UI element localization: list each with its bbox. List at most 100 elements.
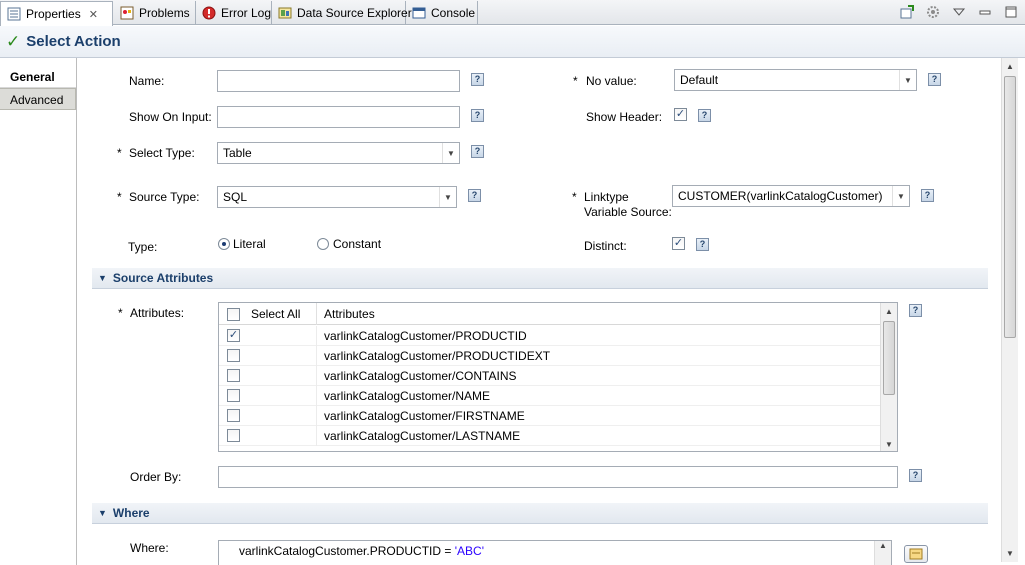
attributes-label: Attributes: (130, 306, 185, 320)
distinct-label: Distinct: (584, 239, 627, 253)
source-attributes-section-header[interactable]: ▼ Source Attributes (92, 268, 988, 289)
tab-error-log[interactable]: Error Log (196, 1, 272, 25)
select-cell (219, 366, 317, 386)
editor-scrollbar[interactable]: ▲ (874, 541, 891, 565)
show-on-input-label: Show On Input: (129, 110, 212, 124)
attributes-table: Select All Attributes ✓ varlinkCatalogCus… (218, 302, 898, 452)
gear-icon[interactable] (925, 4, 941, 20)
tab-general[interactable]: General (0, 66, 76, 88)
type-label: Type: (128, 240, 158, 254)
name-field[interactable] (217, 70, 460, 92)
tab-problems[interactable]: Problems (114, 1, 196, 25)
literal-radio[interactable] (218, 238, 230, 250)
required-mark: * (572, 190, 577, 204)
scroll-down-icon[interactable]: ▼ (1006, 549, 1014, 558)
tab-label: Error Log (221, 6, 272, 20)
section-title: Where (112, 506, 150, 520)
row-checkbox[interactable] (227, 369, 240, 382)
help-icon[interactable]: ? (471, 145, 484, 158)
chevron-down-icon: ▼ (892, 186, 909, 206)
page-scrollbar[interactable]: ▲ ▼ (1001, 58, 1018, 562)
source-type-select[interactable]: SQL ▼ (217, 186, 457, 208)
collapse-icon: ▼ (98, 508, 107, 518)
error-log-icon (202, 6, 216, 20)
variable-source-label: Variable Source: (584, 205, 672, 219)
help-icon[interactable]: ? (471, 73, 484, 86)
row-checkbox[interactable]: ✓ (227, 329, 240, 342)
attributes-header[interactable]: Attributes (318, 303, 881, 325)
select-type-select[interactable]: Table ▼ (217, 142, 460, 164)
help-icon[interactable]: ? (698, 109, 711, 122)
view-menu-icon[interactable] (951, 4, 967, 20)
row-checkbox[interactable] (227, 409, 240, 422)
chevron-down-icon: ▼ (442, 143, 459, 163)
row-checkbox[interactable] (227, 389, 240, 402)
attribute-cell: varlinkCatalogCustomer/PRODUCTIDEXT (318, 346, 881, 366)
scroll-down-icon[interactable]: ▼ (885, 440, 893, 449)
view-tab-bar: Properties ✕ Problems Error Log Data Sou… (0, 0, 1025, 26)
order-by-label: Order By: (130, 470, 182, 484)
table-row[interactable]: varlinkCatalogCustomer/PRODUCTIDEXT (219, 346, 881, 366)
scrollbar-thumb[interactable] (883, 321, 895, 395)
scroll-up-icon[interactable]: ▲ (1006, 62, 1014, 71)
pin-icon[interactable] (899, 4, 915, 20)
close-icon[interactable]: ✕ (89, 8, 98, 21)
scroll-up-icon[interactable]: ▲ (885, 307, 893, 316)
order-by-field[interactable] (218, 466, 898, 488)
help-icon[interactable]: ? (921, 189, 934, 202)
help-icon[interactable]: ? (909, 469, 922, 482)
tab-label: Problems (139, 6, 190, 20)
scrollbar-thumb[interactable] (1004, 76, 1016, 338)
maximize-icon[interactable] (1003, 4, 1019, 20)
where-expression-editor[interactable]: varlinkCatalogCustomer.PRODUCTID = 'ABC'… (218, 540, 892, 565)
linktype-variable-source-select[interactable]: CUSTOMER(varlinkCatalogCustomer) ▼ (672, 185, 910, 207)
row-checkbox[interactable] (227, 429, 240, 442)
table-row[interactable]: varlinkCatalogCustomer/NAME (219, 386, 881, 406)
help-icon[interactable]: ? (468, 189, 481, 202)
where-label: Where: (130, 541, 169, 555)
table-row[interactable]: varlinkCatalogCustomer/FIRSTNAME (219, 406, 881, 426)
select-cell (219, 426, 317, 446)
no-value-select[interactable]: Default ▼ (674, 69, 917, 91)
properties-icon (7, 7, 21, 21)
help-icon[interactable]: ? (928, 73, 941, 86)
expression-builder-button[interactable] (904, 545, 928, 563)
table-header: Select All Attributes (219, 303, 881, 325)
attribute-cell: varlinkCatalogCustomer/NAME (318, 386, 881, 406)
help-icon[interactable]: ? (909, 304, 922, 317)
table-row[interactable]: varlinkCatalogCustomer/CONTAINS (219, 366, 881, 386)
required-mark: * (573, 74, 578, 88)
name-label: Name: (129, 74, 165, 88)
section-title: Source Attributes (112, 271, 214, 285)
attribute-cell: varlinkCatalogCustomer/FIRSTNAME (318, 406, 881, 426)
help-icon[interactable]: ? (471, 109, 484, 122)
expression-string: 'ABC' (454, 544, 484, 558)
help-icon[interactable]: ? (696, 238, 709, 251)
tab-console[interactable]: Console (406, 1, 478, 25)
where-expression: varlinkCatalogCustomer.PRODUCTID = 'ABC' (239, 544, 484, 558)
tab-data-source-explorer[interactable]: Data Source Explorer (272, 1, 412, 25)
select-type-value: Table (223, 146, 252, 160)
table-row[interactable]: ✓ varlinkCatalogCustomer/PRODUCTID (219, 326, 881, 346)
property-tabs: General Advanced (0, 58, 77, 565)
tab-advanced[interactable]: Advanced (0, 88, 76, 110)
select-all-checkbox[interactable] (227, 308, 240, 321)
table-row[interactable]: varlinkCatalogCustomer/LASTNAME (219, 426, 881, 446)
required-mark: * (117, 146, 122, 160)
row-checkbox[interactable] (227, 349, 240, 362)
console-icon (412, 6, 426, 20)
tab-properties[interactable]: Properties ✕ (0, 1, 113, 26)
tab-label: Console (431, 6, 476, 20)
minimize-icon[interactable] (977, 4, 993, 20)
select-all-header[interactable]: Select All (219, 303, 317, 325)
where-section-header[interactable]: ▼ Where (92, 503, 988, 524)
show-header-checkbox[interactable]: ✓ (674, 108, 687, 121)
show-on-input-field[interactable] (217, 106, 460, 128)
constant-radio[interactable] (317, 238, 329, 250)
distinct-checkbox[interactable]: ✓ (672, 237, 685, 250)
required-mark: * (117, 190, 122, 204)
select-all-label: Select All (251, 307, 301, 321)
no-value-select-value: Default (680, 73, 719, 87)
problems-icon (120, 6, 134, 20)
table-scrollbar[interactable]: ▲ ▼ (880, 303, 897, 451)
